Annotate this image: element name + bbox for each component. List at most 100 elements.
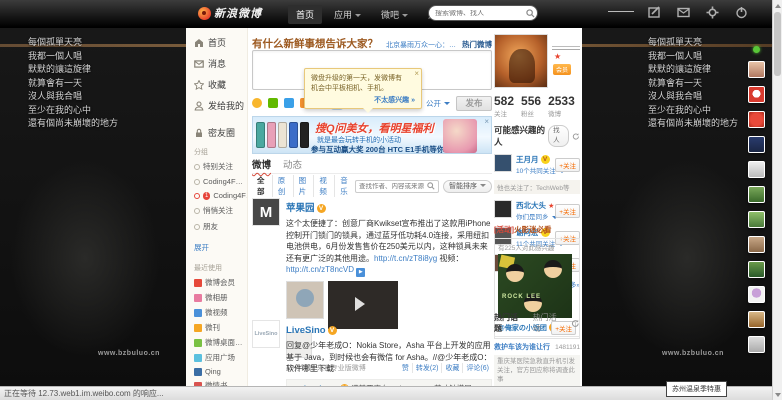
search-icon[interactable] (427, 182, 435, 190)
scroll-down-arrow-icon[interactable] (775, 393, 781, 397)
app-item-kan[interactable]: 微刊 (194, 322, 247, 333)
filter-image[interactable]: 图片 (294, 175, 315, 197)
nav-search-box[interactable] (428, 5, 538, 21)
visibility-dropdown[interactable]: 公开 (426, 98, 450, 109)
group-item-quiet-follow[interactable]: 悄悄关注 (194, 205, 247, 216)
post-author-link[interactable]: 苹果园 (286, 203, 315, 214)
sidebar-item-messages[interactable]: 消息 (194, 57, 247, 70)
weibo-logo[interactable]: 新浪微博 (198, 5, 262, 21)
follow-button[interactable]: +关注 (555, 158, 580, 172)
nav-item-weiba[interactable]: 微吧 (373, 5, 416, 24)
strip-thumbnail-badge[interactable] (748, 111, 765, 128)
sidebar-item-close-friends[interactable]: 密友圈 (194, 126, 247, 139)
nav-item-home[interactable]: 首页 (288, 5, 322, 24)
activity-title[interactable]: 火影迷必看 (514, 225, 552, 234)
strip-thumbnail-avatar[interactable] (748, 286, 765, 303)
post-image-thumbnail[interactable] (286, 281, 324, 319)
strip-thumbnail-scenery[interactable] (748, 261, 765, 278)
refresh-icon[interactable] (572, 132, 580, 141)
strip-thumbnail-scenery[interactable] (748, 186, 765, 203)
avatar[interactable] (494, 200, 512, 218)
tab-hot-activities[interactable]: 热门活动 (533, 312, 564, 334)
activity-image[interactable]: ROCK LEE (498, 254, 572, 318)
nav-search-input[interactable] (435, 10, 526, 17)
group-item-special[interactable]: 特别关注 (194, 161, 247, 172)
groups-expand-link[interactable]: 展开 (194, 242, 209, 253)
post-author-link[interactable]: LiveSino (286, 325, 326, 336)
find-people-button[interactable]: 找人 (548, 125, 569, 147)
search-icon[interactable] (526, 9, 535, 18)
mail-icon[interactable] (677, 6, 690, 19)
person-name-link[interactable]: 西北大头 ★ (516, 200, 551, 211)
tab-activity[interactable]: 动态 (283, 157, 302, 173)
app-item-app-square[interactable]: 应用广场 (194, 352, 247, 363)
gear-icon[interactable] (706, 6, 719, 19)
refresh-icon[interactable] (571, 319, 580, 328)
post-link[interactable]: http://t.cn/zT8ncVD (286, 265, 354, 274)
profile-name[interactable]: ＿＿＿＿Lin (552, 38, 580, 50)
recommend-reason[interactable]: 你们是同乡 (516, 211, 551, 221)
strip-thumbnail-scenery[interactable] (748, 211, 765, 228)
recommend-reason[interactable]: 10个共同关注 (516, 165, 551, 175)
announcement-link[interactable]: 北京暴雨万众一心：凝聚灾难中自强不息精神的力量 (386, 40, 458, 50)
nav-item-apps[interactable]: 应用 (326, 5, 369, 24)
profile-avatar[interactable] (494, 34, 548, 88)
strip-thumbnail-dog[interactable] (748, 311, 765, 328)
app-item-album[interactable]: 微相册 (194, 292, 247, 303)
scroll-up-arrow-icon[interactable] (775, 4, 781, 8)
image-icon[interactable] (268, 98, 278, 108)
compose-icon[interactable] (648, 6, 661, 19)
ad-banner[interactable]: 搜Q问美女，看明星福利 就是最会玩转手机的小活动 参与互动赢大奖 200台 HT… (252, 116, 492, 154)
tooltip-close-icon[interactable]: × (414, 69, 419, 78)
stat-followers[interactable]: 556粉丝 (521, 94, 541, 118)
group-item-coding4f-2[interactable]: 1Coding4F… (194, 191, 247, 200)
ad-close-icon[interactable]: × (484, 117, 489, 126)
stat-posts[interactable]: 2533微博 (548, 94, 575, 118)
feed-search-box[interactable] (355, 180, 439, 193)
video-icon[interactable] (284, 98, 294, 108)
sidebar-item-favorites[interactable]: 收藏 (194, 78, 247, 91)
avatar[interactable]: LiveSino (252, 320, 280, 348)
power-icon[interactable] (735, 6, 748, 19)
follow-button[interactable]: +关注 (555, 204, 580, 218)
app-item-video[interactable]: 微视频 (194, 307, 247, 318)
scrollbar-thumb[interactable] (774, 12, 781, 76)
filter-original[interactable]: 原创 (273, 175, 294, 197)
strip-thumbnail-more[interactable] (748, 336, 765, 353)
strip-thumbnail-weibo[interactable] (748, 86, 765, 103)
strip-thumbnail-shoe[interactable] (748, 161, 765, 178)
emoticon-icon[interactable] (252, 98, 262, 108)
strip-thumbnail-clothes[interactable] (748, 136, 765, 153)
person-name-link[interactable]: 王月月V (516, 154, 551, 165)
browser-scrollbar[interactable] (772, 0, 782, 400)
tooltip-action-link[interactable]: 不太感兴趣 » (311, 95, 415, 105)
video-play-icon[interactable]: ▶ (356, 268, 365, 277)
tab-hot-topics[interactable]: 热门话题 (494, 312, 525, 334)
app-item-desktop[interactable]: 微博桌面… (194, 337, 247, 348)
feed-search-input[interactable] (359, 183, 427, 190)
filter-video[interactable]: 视频 (314, 175, 335, 197)
sidebar-item-home[interactable]: 首页 (194, 36, 247, 49)
strip-thumbnail-photo[interactable] (748, 236, 765, 253)
filter-all[interactable]: 全部 (252, 175, 273, 197)
group-item-coding4f-1[interactable]: Coding4F… (194, 177, 247, 186)
app-item-vip[interactable]: 微博会员 (194, 277, 247, 288)
strip-thumbnail-photo[interactable] (748, 61, 765, 78)
filter-music[interactable]: 音乐 (335, 175, 355, 197)
publish-button[interactable]: 发布 (456, 96, 492, 111)
group-item-friends[interactable]: 朋友 (194, 221, 247, 232)
topic-description[interactable]: 重庆某医院急救直升机引发关注，官方回应称将调查此事 (494, 355, 580, 386)
post-link[interactable]: http://t.cn/zT8i8yg (374, 254, 437, 263)
avatar[interactable]: M (252, 198, 280, 226)
hot-weibo-link[interactable]: 热门微博 (462, 39, 492, 50)
tab-weibo[interactable]: 微博 (252, 157, 271, 173)
smart-sort-button[interactable]: 智能排序 (443, 180, 492, 193)
sidebar-item-sent-to-me[interactable]: 发给我的 (194, 99, 247, 112)
app-item-qing[interactable]: Qing (194, 367, 247, 376)
group-dot-icon (194, 224, 200, 230)
recommend-note[interactable]: 他也关注了：TechWeb等 (494, 180, 580, 194)
avatar[interactable] (494, 154, 512, 172)
vip-badge[interactable]: 会员 (553, 64, 571, 75)
stat-following[interactable]: 582关注 (494, 94, 514, 118)
topic-link[interactable]: 救护车该为谁让行 (494, 342, 552, 352)
